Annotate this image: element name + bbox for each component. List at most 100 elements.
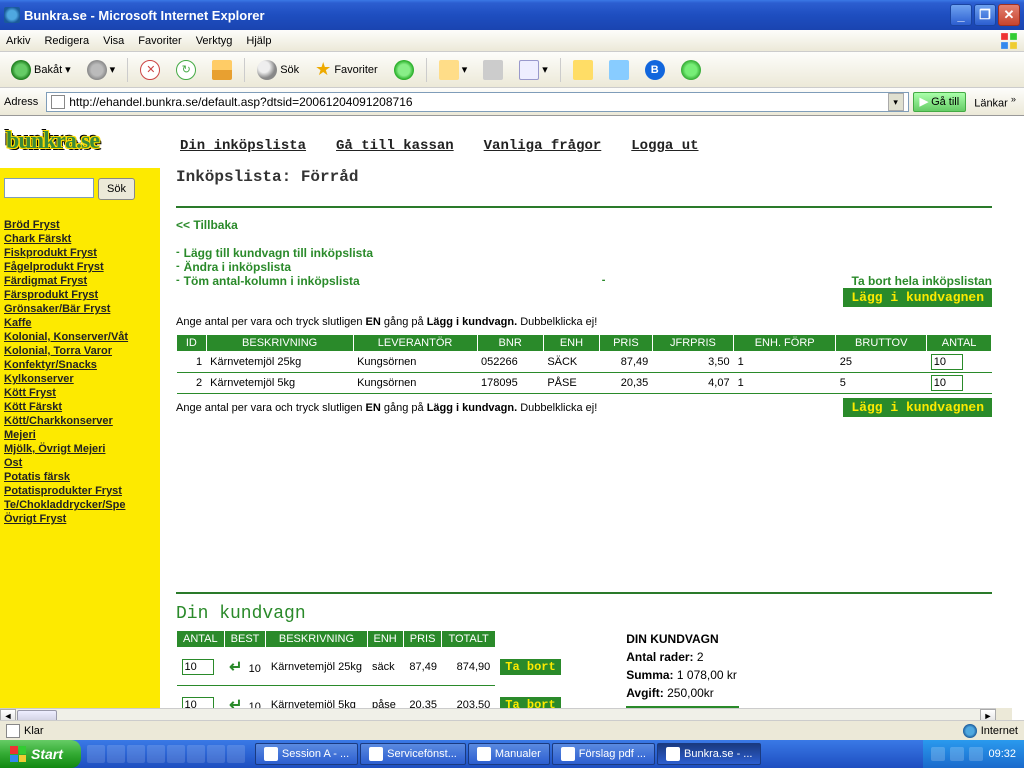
top-nav: Din inköpslista Gå till kassan Vanliga f… bbox=[180, 138, 699, 154]
taskbar-task[interactable]: Bunkra.se - ... bbox=[657, 743, 761, 765]
stop-button[interactable] bbox=[133, 56, 167, 84]
tool-button-1[interactable] bbox=[566, 56, 600, 84]
qty-input[interactable] bbox=[931, 354, 963, 370]
history-button[interactable] bbox=[387, 56, 421, 84]
ql-icon[interactable] bbox=[127, 745, 145, 763]
forward-button[interactable]: ▾ bbox=[80, 56, 123, 84]
edit-button[interactable]: ▾ bbox=[512, 56, 555, 84]
taskbar-task[interactable]: Förslag pdf ... bbox=[552, 743, 655, 765]
ql-icon[interactable] bbox=[207, 745, 225, 763]
category-link[interactable]: Kött Fryst bbox=[4, 386, 156, 400]
main-content: Inköpslista: Förråd << Tillbaka -Lägg ti… bbox=[176, 168, 992, 420]
category-link[interactable]: Övrigt Fryst bbox=[4, 512, 156, 526]
category-link[interactable]: Färdigmat Fryst bbox=[4, 274, 156, 288]
cart-title: Din kundvagn bbox=[176, 604, 992, 624]
url-input[interactable]: http://ehandel.bunkra.se/default.asp?dts… bbox=[46, 92, 908, 112]
window-titlebar: Bunkra.se - Microsoft Internet Explorer … bbox=[0, 0, 1024, 30]
menu-redigera[interactable]: Redigera bbox=[44, 35, 89, 47]
category-link[interactable]: Kolonial, Konserver/Våt bbox=[4, 330, 156, 344]
site-logo[interactable]: bunkra.se bbox=[6, 128, 99, 155]
add-to-cart-button-top[interactable]: Lägg i kundvagnen bbox=[843, 288, 992, 307]
category-link[interactable]: Chark Färskt bbox=[4, 232, 156, 246]
tool-button-2[interactable] bbox=[602, 56, 636, 84]
menu-hjalp[interactable]: Hjälp bbox=[246, 35, 271, 47]
category-link[interactable]: Mejeri bbox=[4, 428, 156, 442]
nav-inkopslista[interactable]: Din inköpslista bbox=[180, 138, 306, 154]
taskbar-task[interactable]: Session A - ... bbox=[255, 743, 358, 765]
column-header: BESKRIVNING bbox=[266, 631, 367, 648]
action-clear[interactable]: Töm antal-kolumn i inköpslista bbox=[184, 274, 360, 288]
task-icon bbox=[561, 747, 575, 761]
go-button[interactable]: ▶Gå till bbox=[913, 92, 967, 112]
category-link[interactable]: Potatisprodukter Fryst bbox=[4, 484, 156, 498]
action-delete[interactable]: Ta bort hela inköpslistan bbox=[852, 274, 992, 288]
category-link[interactable]: Kylkonserver bbox=[4, 372, 156, 386]
menu-arkiv[interactable]: Arkiv bbox=[6, 35, 30, 47]
history-icon bbox=[394, 60, 414, 80]
system-tray: 09:32 bbox=[923, 740, 1024, 768]
browser-viewport: bunkra.se Din inköpslista Gå till kassan… bbox=[0, 116, 1024, 724]
category-link[interactable]: Potatis färsk bbox=[4, 470, 156, 484]
taskbar-task[interactable]: Manualer bbox=[468, 743, 550, 765]
task-icon bbox=[666, 747, 680, 761]
home-button[interactable] bbox=[205, 56, 239, 84]
nav-fragor[interactable]: Vanliga frågor bbox=[484, 138, 602, 154]
taskbar-task[interactable]: Servicefönst... bbox=[360, 743, 466, 765]
menu-favoriter[interactable]: Favoriter bbox=[138, 35, 181, 47]
nav-kassan[interactable]: Gå till kassan bbox=[336, 138, 454, 154]
category-link[interactable]: Grönsaker/Bär Fryst bbox=[4, 302, 156, 316]
category-link[interactable]: Fiskprodukt Fryst bbox=[4, 246, 156, 260]
ql-icon[interactable] bbox=[107, 745, 125, 763]
url-dropdown[interactable]: ▾ bbox=[888, 93, 904, 111]
refresh-button[interactable]: ↻ bbox=[169, 56, 203, 84]
print-button[interactable] bbox=[476, 56, 510, 84]
links-menu[interactable]: Länkar » bbox=[970, 94, 1020, 110]
back-button[interactable]: Bakåt ▾ bbox=[4, 56, 78, 84]
category-link[interactable]: Kaffe bbox=[4, 316, 156, 330]
maximize-button[interactable]: ❐ bbox=[974, 4, 996, 26]
page-icon bbox=[51, 95, 65, 109]
menu-visa[interactable]: Visa bbox=[103, 35, 124, 47]
category-link[interactable]: Ost bbox=[4, 456, 156, 470]
menu-verktyg[interactable]: Verktyg bbox=[196, 35, 233, 47]
category-link[interactable]: Fågelprodukt Fryst bbox=[4, 260, 156, 274]
category-link[interactable]: Kött/Charkkonserver bbox=[4, 414, 156, 428]
bluetooth-icon: B bbox=[645, 60, 665, 80]
category-link[interactable]: Te/Chokladdrycker/Spe bbox=[4, 498, 156, 512]
qty-input[interactable] bbox=[931, 375, 963, 391]
category-link[interactable]: Färsprodukt Fryst bbox=[4, 288, 156, 302]
remove-button[interactable]: Ta bort bbox=[500, 659, 560, 675]
ql-icon[interactable] bbox=[147, 745, 165, 763]
ql-icon[interactable] bbox=[227, 745, 245, 763]
action-add[interactable]: Lägg till kundvagn till inköpslista bbox=[184, 246, 373, 260]
ql-icon[interactable] bbox=[167, 745, 185, 763]
ql-icon[interactable] bbox=[87, 745, 105, 763]
ql-icon[interactable] bbox=[187, 745, 205, 763]
bluetooth-button[interactable]: B bbox=[638, 56, 672, 84]
favorites-button[interactable]: ★Favoriter bbox=[308, 56, 385, 84]
tray-icon[interactable] bbox=[969, 747, 983, 761]
back-link[interactable]: << Tillbaka bbox=[176, 218, 238, 232]
start-button[interactable]: Start bbox=[0, 740, 81, 768]
category-link[interactable]: Kött Färskt bbox=[4, 400, 156, 414]
messenger-button[interactable] bbox=[674, 56, 708, 84]
search-button[interactable]: Sök bbox=[250, 56, 306, 84]
tray-icon[interactable] bbox=[950, 747, 964, 761]
mail-button[interactable]: ▾ bbox=[432, 56, 475, 84]
sidebar-search-button[interactable]: Sök bbox=[98, 178, 135, 200]
nav-loggaut[interactable]: Logga ut bbox=[631, 138, 698, 154]
close-button[interactable]: ✕ bbox=[998, 4, 1020, 26]
category-link[interactable]: Konfektyr/Snacks bbox=[4, 358, 156, 372]
action-edit[interactable]: Ändra i inköpslista bbox=[184, 260, 291, 274]
add-to-cart-button-bottom[interactable]: Lägg i kundvagnen bbox=[843, 398, 992, 417]
category-link[interactable]: Bröd Fryst bbox=[4, 218, 156, 232]
minimize-button[interactable]: _ bbox=[950, 4, 972, 26]
update-arrow-icon[interactable]: ↵ bbox=[229, 659, 242, 676]
cart-qty-input[interactable] bbox=[182, 659, 214, 675]
tray-icon[interactable] bbox=[931, 747, 945, 761]
category-link[interactable]: Mjölk, Övrigt Mejeri bbox=[4, 442, 156, 456]
category-link[interactable]: Kolonial, Torra Varor bbox=[4, 344, 156, 358]
sidebar-search-input[interactable] bbox=[4, 178, 94, 198]
chevron-down-icon: ▾ bbox=[65, 63, 71, 76]
messenger-icon bbox=[681, 60, 701, 80]
